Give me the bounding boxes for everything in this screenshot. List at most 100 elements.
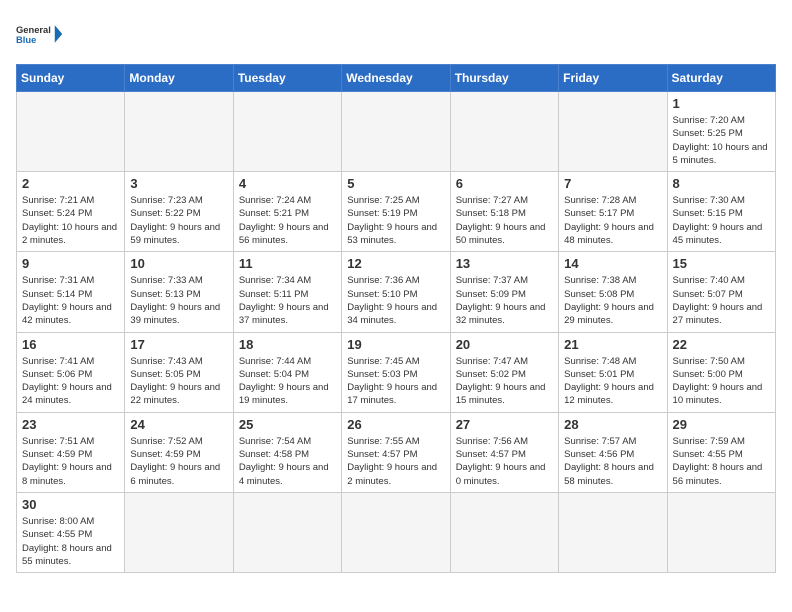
day-info: Sunrise: 7:33 AM Sunset: 5:13 PM Dayligh… [130, 274, 227, 327]
day-number: 12 [347, 256, 444, 271]
calendar-day: 8 Sunrise: 7:30 AM Sunset: 5:15 PM Daylig… [667, 172, 775, 252]
day-info: Sunrise: 7:25 AM Sunset: 5:19 PM Dayligh… [347, 194, 444, 247]
calendar-day [342, 92, 450, 172]
day-number: 6 [456, 176, 553, 191]
calendar-day: 5Sunrise: 7:25 AM Sunset: 5:19 PM Daylig… [342, 172, 450, 252]
day-number: 28 [564, 417, 661, 432]
calendar-day: 23 Sunrise: 7:51 AM Sunset: 4:59 PM Dayli… [17, 412, 125, 492]
calendar-day: 2 Sunrise: 7:21 AM Sunset: 5:24 PM Daylig… [17, 172, 125, 252]
calendar-day: 14 Sunrise: 7:38 AM Sunset: 5:08 PM Dayli… [559, 252, 667, 332]
day-info: Sunrise: 7:51 AM Sunset: 4:59 PM Dayligh… [22, 435, 119, 488]
day-info: Sunrise: 7:44 AM Sunset: 5:04 PM Dayligh… [239, 355, 336, 408]
day-info: Sunrise: 7:30 AM Sunset: 5:15 PM Dayligh… [673, 194, 770, 247]
day-info: Sunrise: 7:48 AM Sunset: 5:01 PM Dayligh… [564, 355, 661, 408]
day-number: 2 [22, 176, 119, 191]
calendar-day [342, 492, 450, 572]
day-info: Sunrise: 7:41 AM Sunset: 5:06 PM Dayligh… [22, 355, 119, 408]
calendar-day: 20 Sunrise: 7:47 AM Sunset: 5:02 PM Dayli… [450, 332, 558, 412]
day-number: 7 [564, 176, 661, 191]
calendar-day: 29 Sunrise: 7:59 AM Sunset: 4:55 PM Dayli… [667, 412, 775, 492]
calendar-day: 3Sunrise: 7:23 AM Sunset: 5:22 PM Daylig… [125, 172, 233, 252]
day-info: Sunrise: 7:52 AM Sunset: 4:59 PM Dayligh… [130, 435, 227, 488]
day-header-sunday: Sunday [17, 65, 125, 92]
day-info: Sunrise: 7:31 AM Sunset: 5:14 PM Dayligh… [22, 274, 119, 327]
day-header-thursday: Thursday [450, 65, 558, 92]
day-info: Sunrise: 7:57 AM Sunset: 4:56 PM Dayligh… [564, 435, 661, 488]
day-info: Sunrise: 7:45 AM Sunset: 5:03 PM Dayligh… [347, 355, 444, 408]
day-header-saturday: Saturday [667, 65, 775, 92]
calendar-day: 27 Sunrise: 7:56 AM Sunset: 4:57 PM Dayli… [450, 412, 558, 492]
calendar-day: 25 Sunrise: 7:54 AM Sunset: 4:58 PM Dayli… [233, 412, 341, 492]
calendar-day: 18 Sunrise: 7:44 AM Sunset: 5:04 PM Dayli… [233, 332, 341, 412]
day-header-wednesday: Wednesday [342, 65, 450, 92]
calendar-day [125, 92, 233, 172]
day-info: Sunrise: 7:56 AM Sunset: 4:57 PM Dayligh… [456, 435, 553, 488]
day-number: 20 [456, 337, 553, 352]
day-info: Sunrise: 7:55 AM Sunset: 4:57 PM Dayligh… [347, 435, 444, 488]
day-info: Sunrise: 7:28 AM Sunset: 5:17 PM Dayligh… [564, 194, 661, 247]
calendar-day [125, 492, 233, 572]
day-number: 13 [456, 256, 553, 271]
day-number: 29 [673, 417, 770, 432]
day-number: 24 [130, 417, 227, 432]
calendar-day: 9 Sunrise: 7:31 AM Sunset: 5:14 PM Daylig… [17, 252, 125, 332]
day-number: 10 [130, 256, 227, 271]
calendar-day [667, 492, 775, 572]
day-number: 18 [239, 337, 336, 352]
day-info: Sunrise: 7:54 AM Sunset: 4:58 PM Dayligh… [239, 435, 336, 488]
day-info: Sunrise: 7:47 AM Sunset: 5:02 PM Dayligh… [456, 355, 553, 408]
calendar-week-3: 9 Sunrise: 7:31 AM Sunset: 5:14 PM Daylig… [17, 252, 776, 332]
day-number: 27 [456, 417, 553, 432]
day-number: 23 [22, 417, 119, 432]
calendar-day [233, 92, 341, 172]
day-number: 1 [673, 96, 770, 111]
day-info: Sunrise: 8:00 AM Sunset: 4:55 PM Dayligh… [22, 515, 119, 568]
day-number: 15 [673, 256, 770, 271]
calendar-day: 21 Sunrise: 7:48 AM Sunset: 5:01 PM Dayli… [559, 332, 667, 412]
svg-text:Blue: Blue [16, 35, 36, 45]
day-number: 8 [673, 176, 770, 191]
day-number: 21 [564, 337, 661, 352]
day-info: Sunrise: 7:20 AM Sunset: 5:25 PM Dayligh… [673, 114, 770, 167]
calendar-week-2: 2 Sunrise: 7:21 AM Sunset: 5:24 PM Daylig… [17, 172, 776, 252]
day-info: Sunrise: 7:38 AM Sunset: 5:08 PM Dayligh… [564, 274, 661, 327]
calendar-day [450, 92, 558, 172]
day-number: 22 [673, 337, 770, 352]
calendar-day: 22Sunrise: 7:50 AM Sunset: 5:00 PM Dayli… [667, 332, 775, 412]
page-header: General Blue [16, 16, 776, 52]
calendar-day [17, 92, 125, 172]
calendar-week-1: 1 Sunrise: 7:20 AM Sunset: 5:25 PM Daylig… [17, 92, 776, 172]
day-info: Sunrise: 7:40 AM Sunset: 5:07 PM Dayligh… [673, 274, 770, 327]
day-info: Sunrise: 7:59 AM Sunset: 4:55 PM Dayligh… [673, 435, 770, 488]
calendar-week-6: 30Sunrise: 8:00 AM Sunset: 4:55 PM Dayli… [17, 492, 776, 572]
calendar-table: SundayMondayTuesdayWednesdayThursdayFrid… [16, 64, 776, 573]
calendar-day: 6 Sunrise: 7:27 AM Sunset: 5:18 PM Daylig… [450, 172, 558, 252]
day-header-tuesday: Tuesday [233, 65, 341, 92]
logo-svg: General Blue [16, 16, 66, 52]
calendar-day: 12 Sunrise: 7:36 AM Sunset: 5:10 PM Dayli… [342, 252, 450, 332]
calendar-week-4: 16 Sunrise: 7:41 AM Sunset: 5:06 PM Dayli… [17, 332, 776, 412]
day-number: 14 [564, 256, 661, 271]
day-info: Sunrise: 7:37 AM Sunset: 5:09 PM Dayligh… [456, 274, 553, 327]
svg-text:General: General [16, 25, 51, 35]
calendar-day: 26Sunrise: 7:55 AM Sunset: 4:57 PM Dayli… [342, 412, 450, 492]
day-number: 9 [22, 256, 119, 271]
day-info: Sunrise: 7:36 AM Sunset: 5:10 PM Dayligh… [347, 274, 444, 327]
calendar-day: 11Sunrise: 7:34 AM Sunset: 5:11 PM Dayli… [233, 252, 341, 332]
calendar-day: 15 Sunrise: 7:40 AM Sunset: 5:07 PM Dayli… [667, 252, 775, 332]
day-number: 17 [130, 337, 227, 352]
day-number: 16 [22, 337, 119, 352]
calendar-header-row: SundayMondayTuesdayWednesdayThursdayFrid… [17, 65, 776, 92]
calendar-day: 24 Sunrise: 7:52 AM Sunset: 4:59 PM Dayli… [125, 412, 233, 492]
day-number: 25 [239, 417, 336, 432]
calendar-day: 1 Sunrise: 7:20 AM Sunset: 5:25 PM Daylig… [667, 92, 775, 172]
day-number: 11 [239, 256, 336, 271]
calendar-day: 30Sunrise: 8:00 AM Sunset: 4:55 PM Dayli… [17, 492, 125, 572]
calendar-day [450, 492, 558, 572]
day-info: Sunrise: 7:27 AM Sunset: 5:18 PM Dayligh… [456, 194, 553, 247]
day-number: 3 [130, 176, 227, 191]
day-info: Sunrise: 7:21 AM Sunset: 5:24 PM Dayligh… [22, 194, 119, 247]
calendar-day [559, 92, 667, 172]
calendar-day: 19Sunrise: 7:45 AM Sunset: 5:03 PM Dayli… [342, 332, 450, 412]
logo: General Blue [16, 16, 66, 52]
